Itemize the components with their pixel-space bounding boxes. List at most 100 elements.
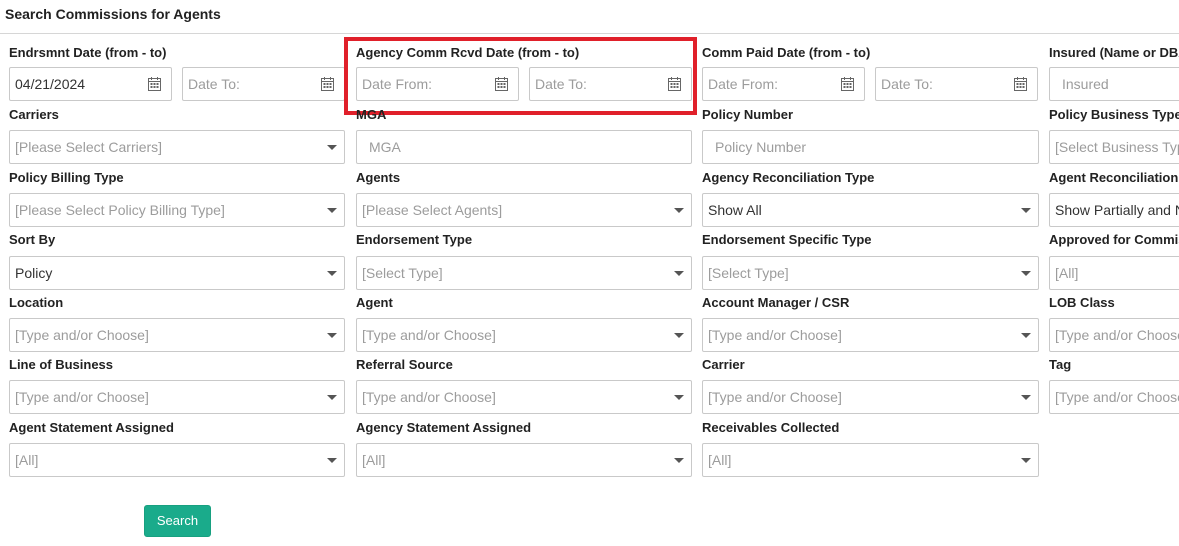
agency-statement-assigned-value: [All] [362,452,386,468]
calendar-icon[interactable] [321,77,334,91]
agent-statement-assigned-label: Agent Statement Assigned [9,420,174,435]
account-manager-csr-label: Account Manager / CSR [702,295,850,310]
comm-paid-date-to-input[interactable]: Date To: [875,67,1038,101]
chevron-down-icon [327,458,337,463]
chevron-down-icon [327,333,337,338]
endorsement-type-label: Endorsement Type [356,232,473,247]
endorsement-date-to-placeholder: Date To: [188,76,240,92]
insured-input[interactable]: Insured [1049,67,1179,101]
agency-statement-assigned-select[interactable]: [All] [356,443,692,477]
agent-statement-assigned-value: [All] [15,452,39,468]
agents-select[interactable]: [Please Select Agents] [356,193,692,227]
account-manager-csr-select[interactable]: [Type and/or Choose] [702,318,1039,352]
agent-reconciliation-type-value: Show Partially and Not Reconciled [1055,202,1179,218]
location-select[interactable]: [Type and/or Choose] [9,318,345,352]
policy-number-input[interactable]: Policy Number [702,130,1039,164]
chevron-down-icon [1021,333,1031,338]
insured-placeholder: Insured [1062,76,1109,92]
page-title: Search Commissions for Agents [5,6,221,22]
account-manager-csr-value: [Type and/or Choose] [708,327,842,343]
line-of-business-value: [Type and/or Choose] [15,389,149,405]
chevron-down-icon [674,458,684,463]
approved-for-commission-select[interactable]: [All] [1049,256,1179,290]
tag-value: [Type and/or Choose] [1055,389,1179,405]
policy-billing-type-select[interactable]: [Please Select Policy Billing Type] [9,193,345,227]
carrier-value: [Type and/or Choose] [708,389,842,405]
policy-number-placeholder: Policy Number [715,139,807,155]
policy-business-type-label: Policy Business Type [1049,107,1179,122]
sort-by-select[interactable]: Policy [9,256,345,290]
endorsement-specific-type-select[interactable]: [Select Type] [702,256,1039,290]
endorsement-date-label: Endrsmnt Date (from - to) [9,45,167,60]
chevron-down-icon [1021,208,1031,213]
endorsement-specific-type-value: [Select Type] [708,265,789,281]
agency-reconciliation-type-value: Show All [708,202,762,218]
calendar-icon[interactable] [1014,77,1027,91]
calendar-icon[interactable] [148,77,161,91]
chevron-down-icon [674,333,684,338]
lob-class-select[interactable]: [Type and/or Choose] [1049,318,1179,352]
search-button[interactable]: Search [144,505,211,537]
tag-select[interactable]: [Type and/or Choose] [1049,380,1179,414]
receivables-collected-label: Receivables Collected [702,420,840,435]
mga-label: MGA [356,107,387,122]
chevron-down-icon [1021,395,1031,400]
referral-source-label: Referral Source [356,357,453,372]
agent-label: Agent [356,295,393,310]
tag-label: Tag [1049,357,1072,372]
agents-value: [Please Select Agents] [362,202,503,218]
agent-statement-assigned-select[interactable]: [All] [9,443,345,477]
endorsement-date-from-input[interactable]: 04/21/2024 [9,67,172,101]
lob-class-value: [Type and/or Choose] [1055,327,1179,343]
title-divider [0,33,1179,34]
chevron-down-icon [327,271,337,276]
location-value: [Type and/or Choose] [15,327,149,343]
endorsement-specific-type-label: Endorsement Specific Type [702,232,872,247]
calendar-icon[interactable] [668,77,681,91]
agency-statement-assigned-label: Agency Statement Assigned [356,420,532,435]
policy-billing-type-value: [Please Select Policy Billing Type] [15,202,225,218]
chevron-down-icon [674,395,684,400]
endorsement-type-select[interactable]: [Select Type] [356,256,692,290]
referral-source-value: [Type and/or Choose] [362,389,496,405]
referral-source-select[interactable]: [Type and/or Choose] [356,380,692,414]
comm-paid-date-from-placeholder: Date From: [708,76,779,92]
carriers-select[interactable]: [Please Select Carriers] [9,130,345,164]
agency-comm-rcvd-date-label: Agency Comm Rcvd Date (from - to) [356,45,580,60]
chevron-down-icon [674,208,684,213]
approved-for-commission-value: [All] [1055,265,1079,281]
insured-label: Insured (Name or DBA) [1049,45,1179,60]
calendar-icon[interactable] [495,77,508,91]
endorsement-date-to-input[interactable]: Date To: [182,67,345,101]
carrier-select[interactable]: [Type and/or Choose] [702,380,1039,414]
policy-number-label: Policy Number [702,107,794,122]
receivables-collected-select[interactable]: [All] [702,443,1039,477]
comm-paid-date-label: Comm Paid Date (from - to) [702,45,871,60]
location-label: Location [9,295,64,310]
chevron-down-icon [1021,271,1031,276]
endorsement-date-from-value: 04/21/2024 [15,76,86,92]
agents-label: Agents [356,170,401,185]
agency-comm-rcvd-date-from-placeholder: Date From: [362,76,433,92]
agent-select[interactable]: [Type and/or Choose] [356,318,692,352]
agency-reconciliation-type-label: Agency Reconciliation Type [702,170,875,185]
approved-for-commission-label: Approved for Commission [1049,232,1179,247]
comm-paid-date-from-input[interactable]: Date From: [702,67,865,101]
chevron-down-icon [327,395,337,400]
agent-reconciliation-type-label: Agent Reconciliation Type [1049,170,1179,185]
policy-billing-type-label: Policy Billing Type [9,170,124,185]
carriers-label: Carriers [9,107,59,122]
agency-reconciliation-type-select[interactable]: Show All [702,193,1039,227]
line-of-business-select[interactable]: [Type and/or Choose] [9,380,345,414]
calendar-icon[interactable] [841,77,854,91]
agency-comm-rcvd-date-from-input[interactable]: Date From: [356,67,519,101]
agent-reconciliation-type-select[interactable]: Show Partially and Not Reconciled [1049,193,1179,227]
line-of-business-label: Line of Business [9,357,114,372]
endorsement-type-value: [Select Type] [362,265,443,281]
sort-by-value: Policy [15,265,53,281]
agent-value: [Type and/or Choose] [362,327,496,343]
policy-business-type-select[interactable]: [Select Business Type] [1049,130,1179,164]
carrier-label: Carrier [702,357,745,372]
agency-comm-rcvd-date-to-input[interactable]: Date To: [529,67,692,101]
mga-input[interactable]: MGA [356,130,692,164]
